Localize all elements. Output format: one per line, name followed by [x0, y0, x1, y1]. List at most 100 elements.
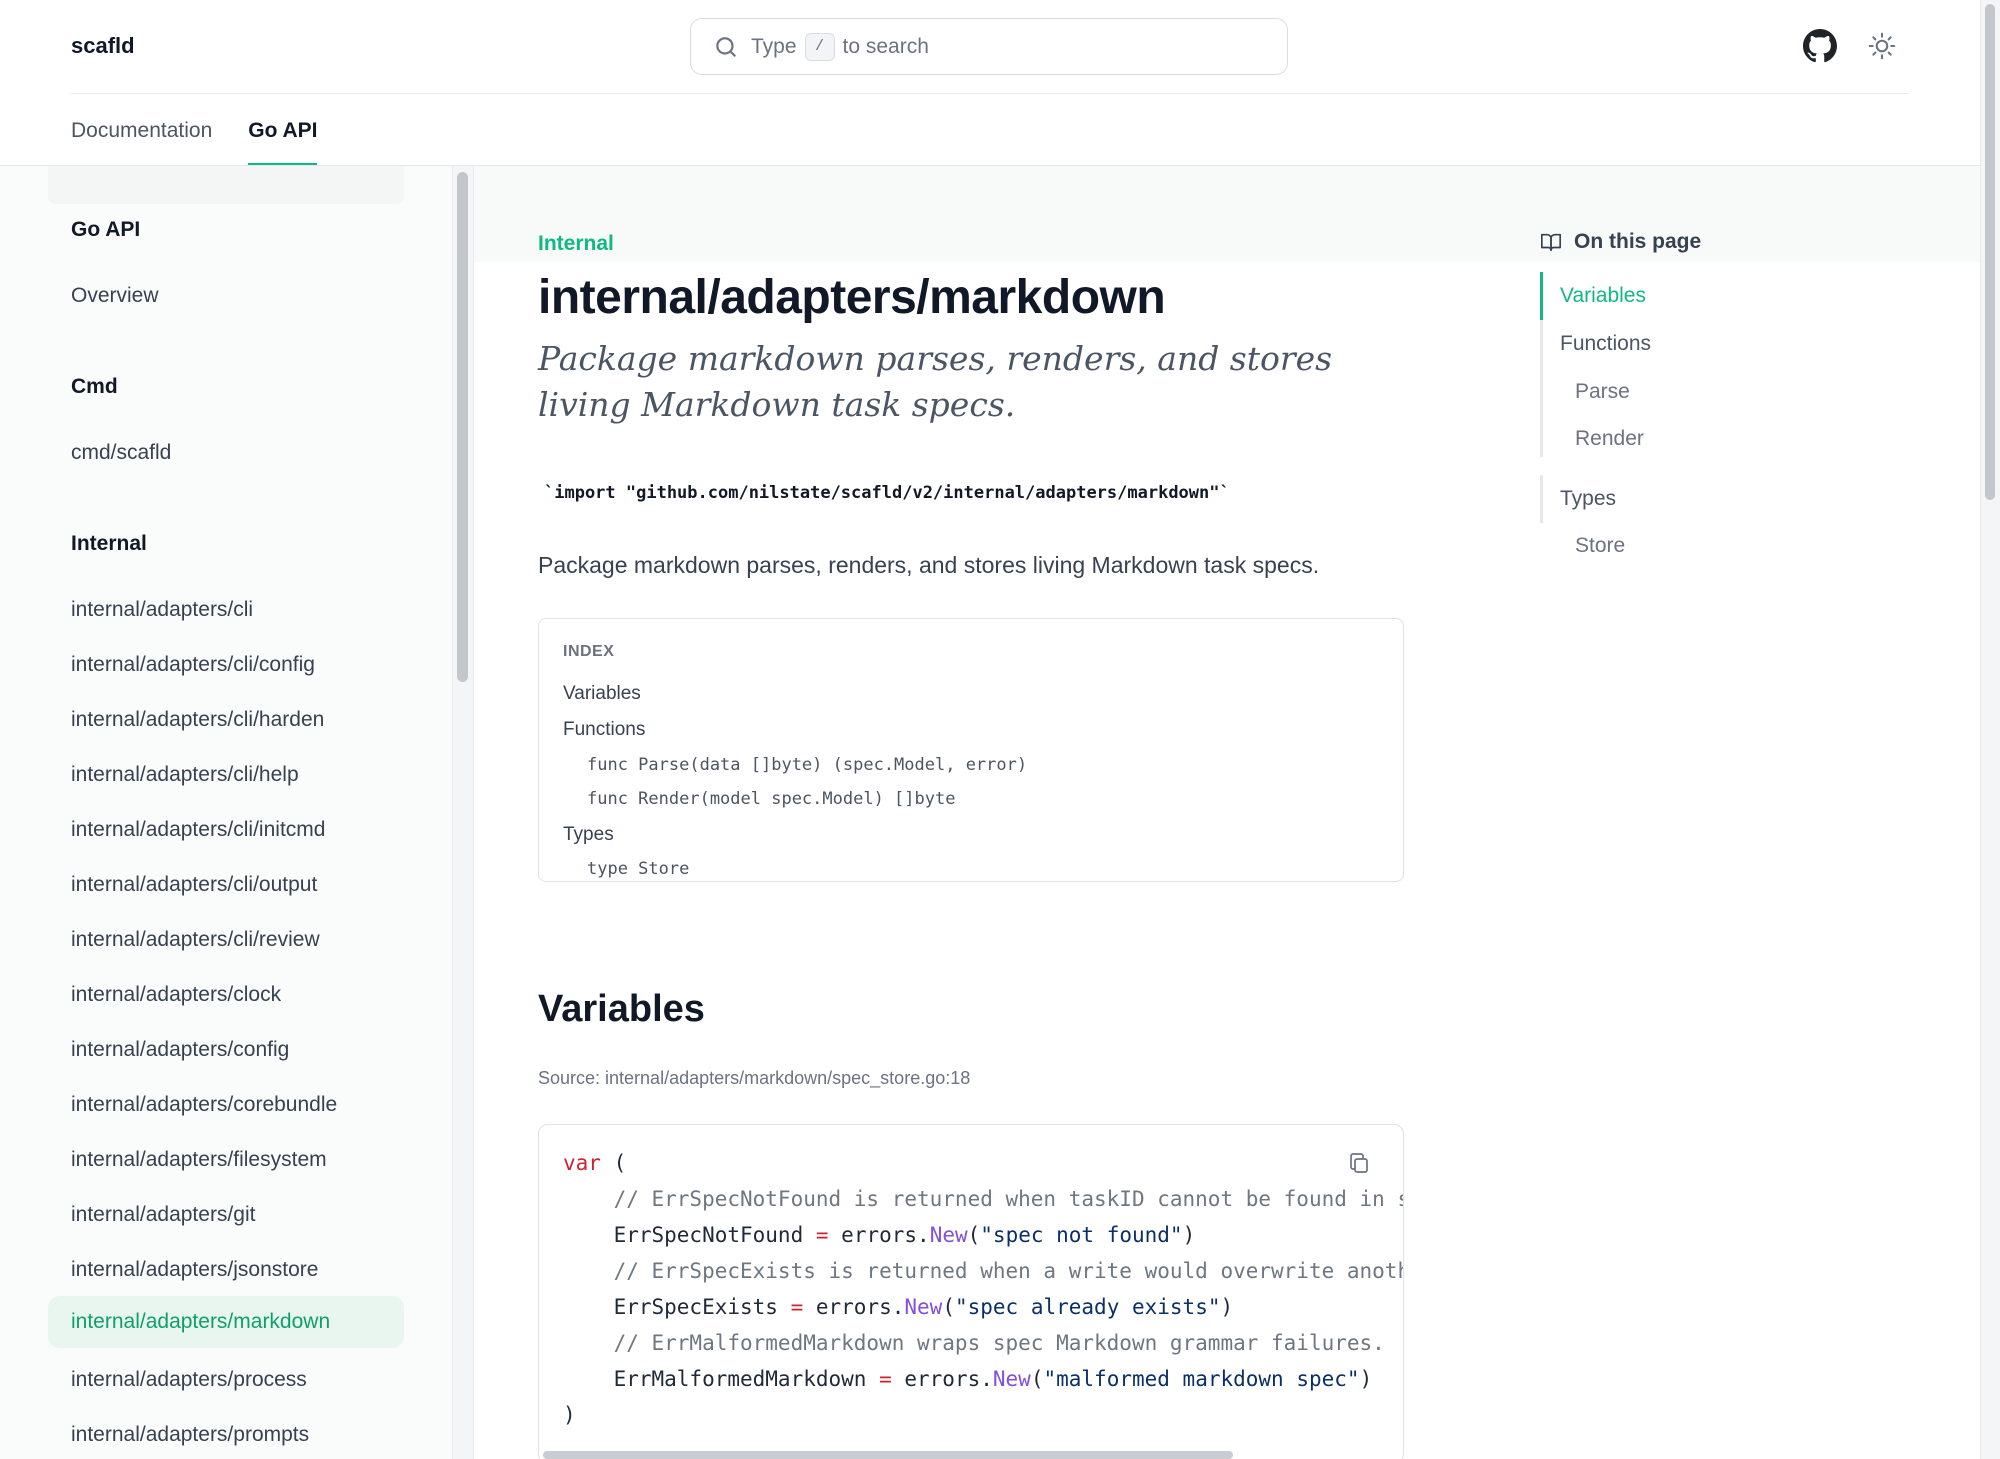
code-line: ErrSpecNotFound = errors.New("spec not f… — [563, 1223, 1196, 1247]
search-shortcut-key: / — [804, 32, 835, 61]
package-description: Package markdown parses, renders, and st… — [538, 552, 1320, 578]
sidebar-item-cmd-scafld[interactable]: cmd/scafld — [48, 427, 404, 479]
top-bar: scafld Type / to search — [0, 0, 1980, 94]
index-link-functions[interactable]: Functions — [563, 719, 645, 741]
sidebar-item[interactable]: internal/adapters/corebundle — [48, 1079, 404, 1131]
index-link-func-render[interactable]: func Render(model spec.Model) []byte — [587, 789, 955, 809]
code-ident: ErrSpecNotFound — [563, 1223, 816, 1247]
main-header-band — [474, 166, 1980, 262]
code-operator: = — [815, 1223, 829, 1247]
index-link-type-store[interactable]: type Store — [587, 859, 689, 879]
toc-item-parse[interactable]: Parse — [1575, 380, 1630, 404]
code-pkg: errors. — [828, 1223, 930, 1247]
site-brand[interactable]: scafld — [71, 33, 135, 59]
code-func: New — [992, 1367, 1031, 1391]
code-string: "spec not found" — [980, 1223, 1183, 1247]
code-keyword: var — [563, 1151, 601, 1175]
github-icon — [1803, 29, 1837, 63]
toc-item-store[interactable]: Store — [1575, 534, 1625, 558]
search-input[interactable]: Type / to search — [690, 18, 1288, 75]
copy-icon — [1350, 1153, 1368, 1173]
code-punct: ) — [1220, 1295, 1234, 1319]
index-link-variables[interactable]: Variables — [563, 683, 641, 705]
sidebar-heading-internal: Internal — [71, 532, 147, 555]
sidebar-item[interactable]: internal/adapters/cli/output — [48, 859, 404, 911]
sidebar-fade — [48, 166, 404, 204]
sidebar-item[interactable]: internal/adapters/cli/review — [48, 914, 404, 966]
sidebar-item[interactable]: internal/adapters/cli/help — [48, 749, 404, 801]
search-placeholder-prefix: Type — [751, 34, 797, 58]
code-scrollbar[interactable] — [543, 1451, 1233, 1459]
header-divider — [71, 93, 1909, 94]
code-ident: ErrSpecExists — [563, 1295, 791, 1319]
toc-item-variables[interactable]: Variables — [1560, 284, 1646, 308]
sidebar-item[interactable]: internal/adapters/process — [48, 1354, 404, 1406]
index-panel: INDEX Variables Functions func Parse(dat… — [538, 618, 1404, 882]
code-punct: ( — [600, 1151, 627, 1175]
toc-active-indicator — [1540, 272, 1543, 320]
search-placeholder-suffix: to search — [842, 34, 929, 58]
code-pkg: errors. — [803, 1295, 905, 1319]
section-eyebrow: Internal — [538, 232, 614, 255]
page-lead: Package markdown parses, renders, and st… — [538, 339, 1333, 424]
code-func: New — [929, 1223, 968, 1247]
sidebar-item[interactable]: internal/adapters/config — [48, 1024, 404, 1076]
toc-item-functions[interactable]: Functions — [1560, 332, 1651, 356]
sidebar-item[interactable]: internal/adapters/jsonstore — [48, 1244, 404, 1296]
code-comment: // ErrMalformedMarkdown wraps spec Markd… — [563, 1331, 1385, 1355]
sidebar-heading-cmd: Cmd — [71, 375, 118, 398]
code-punct: ( — [942, 1295, 955, 1319]
code-ident: ErrMalformedMarkdown — [563, 1367, 880, 1391]
sidebar-scrollbar-thumb[interactable] — [457, 172, 468, 682]
tab-documentation[interactable]: Documentation — [71, 94, 212, 166]
sidebar-item[interactable]: internal/adapters/prompts — [48, 1409, 404, 1459]
index-link-func-parse[interactable]: func Parse(data []byte) (spec.Model, err… — [587, 755, 1027, 775]
sidebar-item[interactable]: internal/adapters/filesystem — [48, 1134, 404, 1186]
search-icon — [716, 36, 736, 57]
sun-icon — [1868, 32, 1896, 60]
tab-go-api[interactable]: Go API — [248, 94, 318, 166]
github-link[interactable] — [1802, 28, 1838, 64]
sidebar-item-overview[interactable]: Overview — [48, 270, 404, 322]
source-link[interactable]: Source: internal/adapters/markdown/spec_… — [538, 1068, 970, 1089]
code-func: New — [904, 1295, 943, 1319]
code-pkg: errors. — [891, 1367, 993, 1391]
code-line: ) — [563, 1403, 576, 1427]
code-line: ErrSpecExists = errors.New("spec already… — [563, 1295, 1234, 1319]
page-title: internal/adapters/markdown — [538, 271, 1166, 324]
code-punct: ( — [967, 1223, 981, 1247]
sidebar-heading-go-api: Go API — [71, 218, 141, 241]
page-scrollbar-thumb[interactable] — [1985, 4, 1995, 500]
toc-title-label: On this page — [1574, 230, 1702, 253]
toc-rail — [1540, 475, 1543, 523]
code-punct: ( — [1030, 1367, 1044, 1391]
theme-toggle-button[interactable] — [1864, 28, 1900, 64]
index-label: INDEX — [563, 643, 615, 660]
code-line: var ( — [563, 1151, 626, 1175]
code-string: "malformed markdown spec" — [1043, 1367, 1360, 1391]
sidebar-item[interactable]: internal/adapters/cli/config — [48, 639, 404, 691]
main-content: Internal internal/adapters/markdown Pack… — [474, 166, 1980, 1459]
toc-item-render[interactable]: Render — [1575, 427, 1644, 451]
code-punct: ) — [1359, 1367, 1373, 1391]
sidebar-item[interactable]: internal/adapters/cli — [48, 584, 404, 636]
toc-title: On this page — [1540, 230, 1701, 254]
book-icon — [1541, 233, 1561, 252]
code-operator: = — [790, 1295, 804, 1319]
code-comment: // ErrSpecNotFound is returned when task… — [563, 1187, 1404, 1211]
sidebar-item[interactable]: internal/adapters/cli/harden — [48, 694, 404, 746]
sidebar-item[interactable]: internal/adapters/git — [48, 1189, 404, 1241]
code-operator: = — [879, 1367, 892, 1391]
copy-button[interactable] — [1345, 1149, 1373, 1177]
sidebar-item-active[interactable]: internal/adapters/markdown — [48, 1296, 404, 1348]
index-link-types[interactable]: Types — [563, 824, 614, 846]
code-line: ErrMalformedMarkdown = errors.New("malfo… — [563, 1367, 1373, 1391]
code-string: "spec already exists" — [954, 1295, 1221, 1319]
sidebar: Go API Overview Cmd cmd/scafld Internal … — [0, 166, 452, 1459]
search-placeholder: Type / to search — [751, 32, 929, 61]
toc-item-types[interactable]: Types — [1560, 487, 1616, 511]
code-block: var ( // ErrSpecNotFound is returned whe… — [538, 1124, 1404, 1459]
sidebar-item[interactable]: internal/adapters/clock — [48, 969, 404, 1021]
sidebar-item[interactable]: internal/adapters/cli/initcmd — [48, 804, 404, 856]
code-punct: ) — [563, 1403, 576, 1427]
